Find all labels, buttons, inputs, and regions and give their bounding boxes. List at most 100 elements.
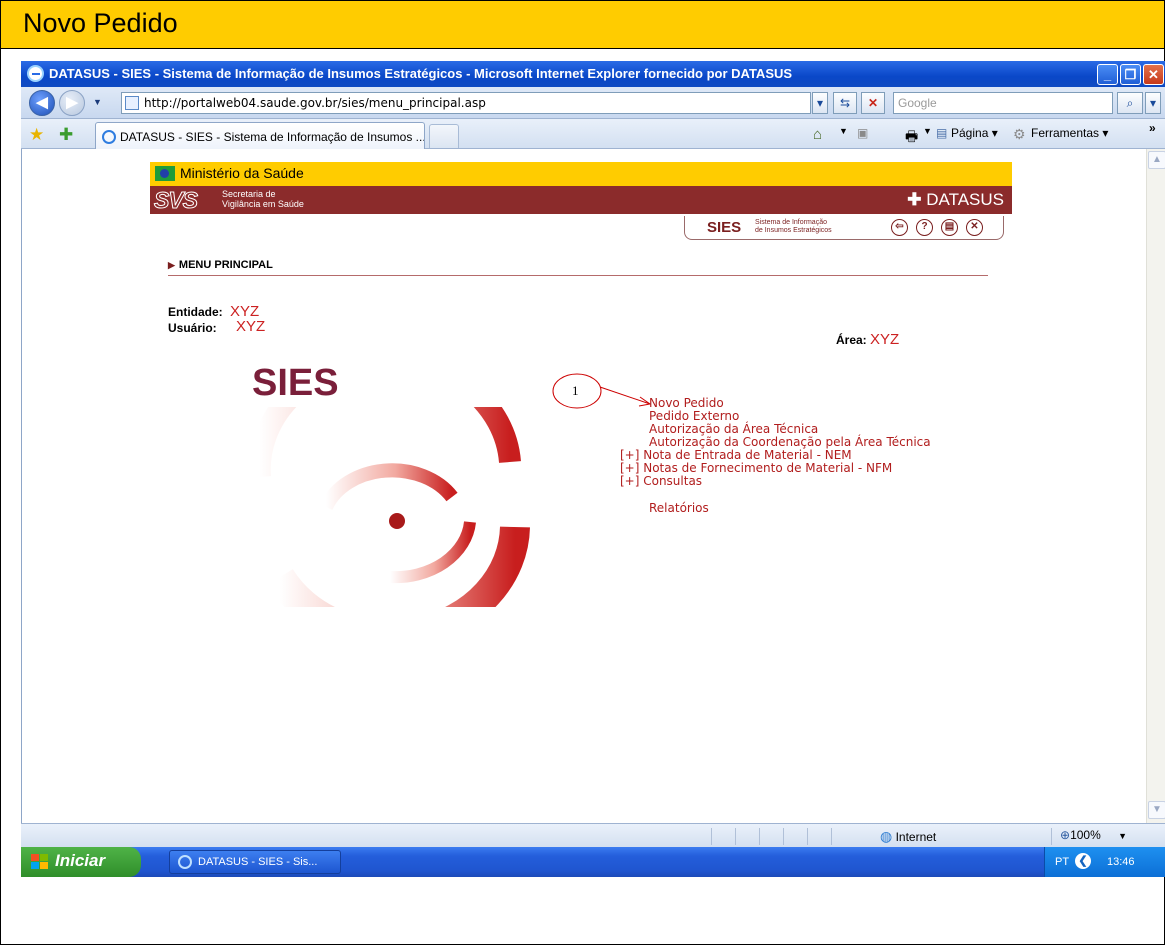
tray-expand-icon[interactable]: ❮ <box>1075 853 1091 869</box>
logo-center-dot <box>389 513 405 529</box>
entidade-label: Entidade: <box>168 305 223 319</box>
browser-window: DATASUS - SIES - Sistema de Informação d… <box>21 61 1165 877</box>
language-indicator[interactable]: PT <box>1055 856 1069 868</box>
svs-subtitle-line2: Vigilância em Saúde <box>222 199 304 209</box>
vertical-scrollbar[interactable]: ▲ ▼ <box>1146 149 1165 823</box>
callout-arrow-line <box>599 386 651 405</box>
page-content: Ministério da Saúde SVS Secretaria de Vi… <box>21 149 1165 823</box>
search-options-button[interactable]: ▾ <box>1145 92 1161 114</box>
datasus-logo: ✚ DATASUS <box>907 190 1004 210</box>
menu-item-pedido-externo[interactable]: Pedido Externo <box>649 409 739 423</box>
taskbar-item-ie[interactable]: DATASUS - SIES - Sis... <box>169 850 341 874</box>
tools-gear-icon: ⚙ <box>1013 126 1026 142</box>
menu-item-autorizacao-area-tecnica[interactable]: Autorização da Área Técnica <box>649 422 818 436</box>
area-value: XYZ <box>870 331 900 348</box>
svs-logo: SVS <box>153 187 198 213</box>
menu-item-relatorios[interactable]: Relatórios <box>649 501 709 515</box>
menu-item-nota-entrada-nem[interactable]: [+] Nota de Entrada de Material - NEM <box>620 448 852 462</box>
window-title: DATASUS - SIES - Sistema de Informação d… <box>49 66 793 81</box>
logo-arc-inner-bottom <box>389 521 476 584</box>
datasus-label: DATASUS <box>926 190 1004 209</box>
close-button[interactable]: ✕ <box>1143 64 1164 85</box>
sies-sub-line2: de Insumos Estratégicos <box>755 227 832 234</box>
url-text: http://portalweb04.saude.gov.br/sies/men… <box>144 96 486 110</box>
sies-toolbar-title: SIES <box>707 219 742 236</box>
ministry-bar: Ministério da Saúde <box>150 162 1012 186</box>
print-page-icon[interactable]: ▤ <box>941 219 958 236</box>
address-dropdown-button[interactable]: ▾ <box>812 92 828 114</box>
system-tray: PT ❮ 13:46 <box>1044 847 1165 877</box>
menu-item-novo-pedido[interactable]: Novo Pedido <box>649 396 724 410</box>
favorites-star-icon[interactable]: ★ <box>29 125 44 145</box>
add-favorites-icon[interactable]: ✚ <box>59 125 73 145</box>
scroll-down-arrow[interactable]: ▼ <box>1148 801 1165 819</box>
callout-number: 1 <box>572 383 579 398</box>
document-title-bar: Novo Pedido <box>1 1 1164 49</box>
search-input[interactable]: Google <box>893 92 1113 114</box>
print-icon[interactable]: 🖶 <box>905 126 918 150</box>
zoom-dropdown-icon: ▼ <box>1118 831 1128 841</box>
menu-heading-label: MENU PRINCIPAL <box>178 259 273 271</box>
logo-arc-outer-bottom <box>267 526 530 607</box>
back-button[interactable]: ◀ <box>29 90 55 116</box>
sies-sub-line1: Sistema de Informação <box>755 219 827 226</box>
datasus-cross-icon: ✚ <box>907 190 922 209</box>
menu-item-consultas[interactable]: [+] Consultas <box>620 474 702 488</box>
zoom-control[interactable]: ⊕100% ▼ <box>1051 828 1165 845</box>
history-dropdown-icon[interactable]: ▼ <box>93 97 102 107</box>
page-menu[interactable]: Página ▾ <box>951 126 998 140</box>
sies-logo-text: SIES <box>252 362 339 404</box>
sies-toolbar-subtitle: Sistema de Informação de Insumos Estraté… <box>755 219 832 235</box>
search-icon[interactable]: ⌕ <box>1117 92 1143 114</box>
sies-logo-graphic <box>248 407 530 607</box>
tab-label: DATASUS - SIES - Sistema de Informação d… <box>120 130 425 144</box>
clock: 13:46 <box>1107 856 1135 868</box>
help-icon[interactable]: ? <box>916 219 933 236</box>
back-nav-icon[interactable]: ⇦ <box>891 219 908 236</box>
area-label: Área: <box>836 333 867 347</box>
taskbar-item-label: DATASUS - SIES - Sis... <box>198 856 318 868</box>
zoom-level: 100% <box>1070 828 1101 842</box>
status-cell <box>807 828 831 845</box>
sies-toolbar: SIES Sistema de Informação de Insumos Es… <box>684 216 1004 240</box>
page-menu-label: Página <box>951 126 989 140</box>
status-cell <box>759 828 783 845</box>
tab-active[interactable]: DATASUS - SIES - Sistema de Informação d… <box>95 122 425 149</box>
feeds-icon[interactable]: ▣ <box>857 126 868 140</box>
menu-item-notas-fornecimento-nfm[interactable]: [+] Notas de Fornecimento de Material - … <box>620 461 892 475</box>
address-toolbar: ◀ ▶ ▼ http://portalweb04.saude.gov.br/si… <box>21 87 1165 119</box>
status-cell <box>735 828 759 845</box>
maximize-button[interactable]: ❐ <box>1120 64 1141 85</box>
refresh-button[interactable]: ⇆ <box>833 92 857 114</box>
home-icon[interactable]: ⌂ <box>813 126 822 143</box>
print-dropdown-icon[interactable]: ▼ <box>923 126 932 136</box>
page-menu-icon: ▤ <box>936 126 948 140</box>
menu-item-autorizacao-coordenacao[interactable]: Autorização da Coordenação pela Área Téc… <box>649 435 931 449</box>
zone-cell: ◍ Internet <box>831 828 1051 845</box>
home-dropdown-icon[interactable]: ▼ <box>839 126 848 136</box>
minimize-button[interactable]: _ <box>1097 64 1118 85</box>
heading-arrow-icon: ▶ <box>168 260 175 270</box>
globe-icon: ◍ <box>880 828 893 844</box>
exit-icon[interactable]: ✕ <box>966 219 983 236</box>
address-input[interactable]: http://portalweb04.saude.gov.br/sies/men… <box>121 92 811 114</box>
new-tab-button[interactable] <box>429 124 459 148</box>
toolbar-overflow-icon[interactable]: » <box>1149 121 1156 135</box>
zoom-icon: ⊕ <box>1060 828 1071 842</box>
tools-menu[interactable]: Ferramentas ▾ <box>1031 126 1108 140</box>
svs-bar: SVS Secretaria de Vigilância em Saúde ✚ … <box>150 186 1012 214</box>
scroll-up-arrow[interactable]: ▲ <box>1148 151 1165 169</box>
windows-taskbar: Iniciar DATASUS - SIES - Sis... PT ❮ 13:… <box>21 847 1165 877</box>
start-button[interactable]: Iniciar <box>21 847 141 877</box>
tools-menu-label: Ferramentas <box>1031 126 1100 140</box>
taskbar-ie-icon <box>178 855 192 869</box>
forward-button[interactable]: ▶ <box>59 90 85 116</box>
zone-label: Internet <box>895 830 937 844</box>
start-label: Iniciar <box>55 851 106 870</box>
windows-flag-icon <box>31 854 48 869</box>
document-title: Novo Pedido <box>23 8 178 38</box>
window-titlebar[interactable]: DATASUS - SIES - Sistema de Informação d… <box>21 61 1165 87</box>
screenshot-frame: Novo Pedido DATASUS - SIES - Sistema de … <box>0 0 1165 945</box>
stop-button[interactable]: ✕ <box>861 92 885 114</box>
usuario-value: XYZ <box>236 318 266 335</box>
